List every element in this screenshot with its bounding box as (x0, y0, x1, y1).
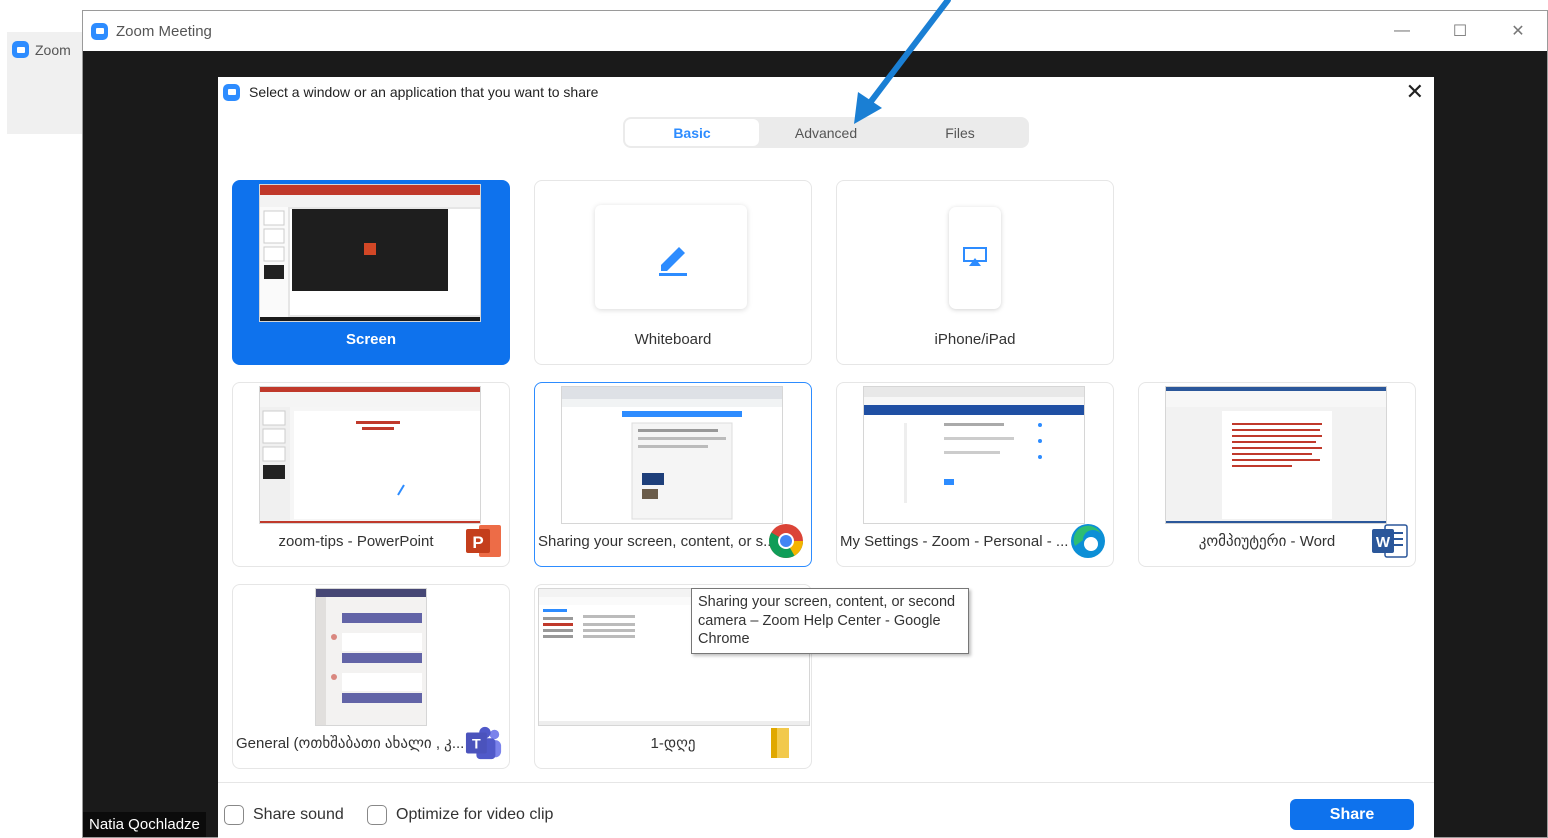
word-thumbnail (1165, 386, 1387, 524)
word-icon: W (1371, 522, 1409, 560)
airplay-icon (963, 247, 987, 266)
window-title: Zoom Meeting (116, 22, 212, 40)
close-window-icon[interactable]: ✕ (1489, 11, 1547, 51)
minimize-icon[interactable]: — (1373, 11, 1431, 51)
share-tile-powerpoint[interactable]: zoom-tips - PowerPoint P (232, 382, 510, 567)
folder-icon (763, 724, 801, 762)
powerpoint-thumbnail (259, 386, 481, 524)
powerpoint-icon: P (465, 522, 503, 560)
close-icon[interactable]: ✕ (1406, 81, 1424, 103)
share-button[interactable]: Share (1290, 799, 1414, 830)
share-tile-word[interactable]: კომპიუტერი - Word W (1138, 382, 1416, 567)
tooltip: Sharing your screen, content, or second … (691, 588, 969, 654)
optimize-video-label: Optimize for video clip (396, 806, 554, 823)
background-tab-text: Zoom (35, 41, 71, 58)
share-tile-edge[interactable]: My Settings - Zoom - Personal - ... (836, 382, 1114, 567)
dialog-header: Select a window or an application that y… (218, 77, 1434, 107)
zoom-logo-icon (12, 41, 29, 58)
checkbox-box[interactable] (224, 805, 244, 825)
share-tile-whiteboard[interactable]: Whiteboard (534, 180, 812, 365)
share-dialog: Select a window or an application that y… (218, 77, 1434, 838)
pen-icon (659, 247, 687, 276)
title-bar: Zoom Meeting — ☐ ✕ (83, 11, 1547, 51)
share-tile-teams[interactable]: General (ოთხშაბათი ახალი , კ... T (232, 584, 510, 769)
edge-thumbnail (863, 386, 1085, 524)
teams-thumbnail (315, 588, 427, 726)
maximize-icon[interactable]: ☐ (1431, 11, 1489, 51)
zoom-logo-icon (91, 22, 108, 40)
optimize-video-checkbox[interactable]: Optimize for video clip (367, 805, 553, 825)
svg-text:W: W (1376, 534, 1391, 551)
svg-text:T: T (472, 737, 481, 753)
share-sound-checkbox[interactable]: Share sound (224, 805, 344, 825)
chrome-icon (767, 522, 805, 560)
share-sound-label: Share sound (253, 806, 344, 823)
screen-thumbnail (259, 184, 481, 322)
tile-label: Whiteboard (634, 331, 712, 348)
zoom-logo-icon (223, 83, 240, 101)
tile-label: Screen (345, 331, 397, 348)
dialog-title: Select a window or an application that y… (249, 84, 599, 100)
background-tab-label: Zoom (12, 41, 71, 58)
participant-name: Natia Qochladze (83, 812, 206, 837)
share-tabs: Basic Advanced Files (623, 117, 1029, 148)
chrome-thumbnail (561, 386, 783, 524)
tab-files[interactable]: Files (893, 119, 1027, 146)
tab-advanced[interactable]: Advanced (759, 119, 893, 146)
svg-text:P: P (472, 533, 483, 552)
share-tile-iphone-ipad[interactable]: iPhone/iPad (836, 180, 1114, 365)
share-tile-chrome[interactable]: Sharing your screen, content, or s... (534, 382, 812, 567)
edge-icon (1069, 522, 1107, 560)
share-tile-screen[interactable]: Screen (232, 180, 510, 365)
checkbox-box[interactable] (367, 805, 387, 825)
tile-label: iPhone/iPad (934, 331, 1016, 348)
tab-basic[interactable]: Basic (625, 119, 759, 146)
bottom-bar: Share sound Optimize for video clip Shar… (218, 782, 1434, 838)
teams-icon: T (465, 724, 503, 762)
